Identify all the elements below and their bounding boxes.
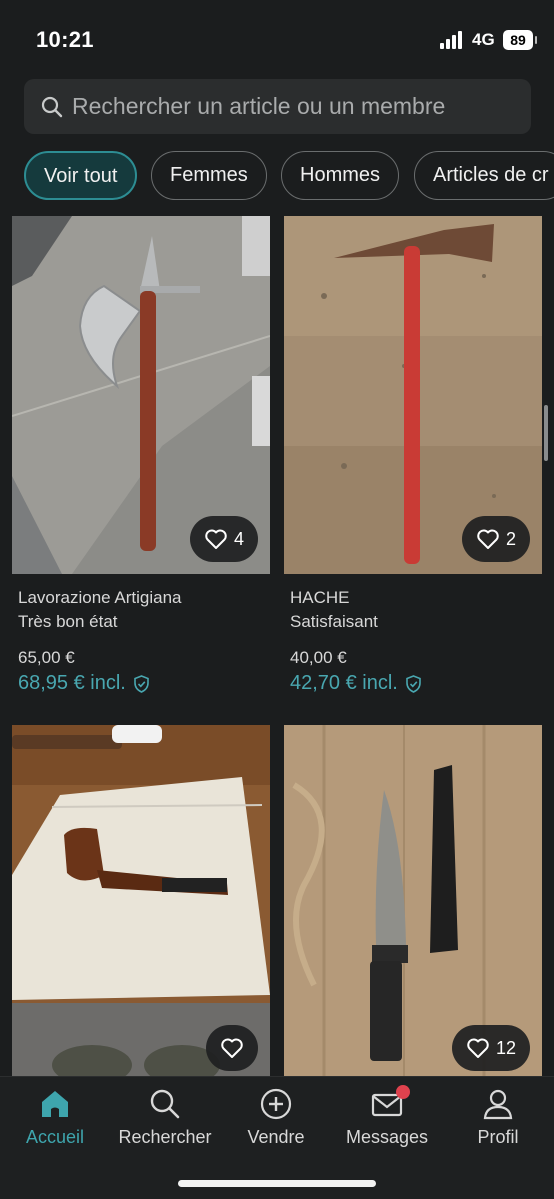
product-card[interactable]: 4 Lavorazione Artigiana Très bon état 65…	[12, 216, 270, 716]
signal-icon	[440, 31, 466, 49]
product-price: 40,00 €	[290, 648, 347, 667]
favorite-button[interactable]	[206, 1025, 258, 1071]
product-card[interactable]: 12	[284, 725, 542, 1076]
home-indicator[interactable]	[178, 1180, 376, 1187]
notification-badge	[396, 1085, 410, 1099]
tab-profil[interactable]: Profil	[443, 1087, 553, 1148]
search-input[interactable]: Rechercher un article ou un membre	[24, 79, 531, 134]
favorite-button[interactable]: 12	[451, 1025, 530, 1071]
tab-vendre[interactable]: Vendre	[221, 1087, 331, 1148]
home-icon	[42, 1091, 68, 1117]
user-icon	[483, 1089, 513, 1120]
chip-articles-de-createurs[interactable]: Articles de cr	[414, 151, 554, 200]
total-price-text: 68,95 € incl.	[18, 672, 126, 694]
tab-label: Vendre	[247, 1127, 305, 1147]
tab-label: Accueil	[25, 1127, 85, 1147]
product-title: Lavorazione Artigiana	[18, 588, 182, 607]
product-condition: Très bon état	[18, 612, 118, 631]
battery-icon: 89	[503, 30, 537, 50]
tab-label: Rechercher	[118, 1127, 212, 1147]
product-total-price: 68,95 € incl.	[18, 672, 150, 695]
plus-circle-icon	[260, 1088, 292, 1120]
pickaxe-photo[interactable]: 2	[284, 216, 542, 574]
product-title: HACHE	[290, 588, 350, 607]
tab-accueil[interactable]: Accueil	[0, 1087, 110, 1148]
heart-icon	[221, 1038, 243, 1058]
heart-icon	[205, 529, 227, 549]
status-bar: 10:21 4G 89	[0, 0, 554, 80]
knife-photo[interactable]: 12	[284, 725, 542, 1076]
chip-hommes[interactable]: Hommes	[281, 151, 400, 200]
total-price-text: 42,70 € incl.	[290, 672, 398, 694]
product-total-price: 42,70 € incl.	[290, 672, 422, 695]
axe-photo[interactable]: 4	[12, 216, 270, 574]
chip-femmes[interactable]: Femmes	[151, 151, 267, 200]
status-time: 10:21	[36, 27, 94, 52]
favorite-button[interactable]: 2	[461, 516, 530, 562]
search-icon	[41, 96, 63, 117]
category-chips: Voir tout Femmes Hommes Articles de cr	[24, 151, 554, 201]
product-card[interactable]: 2 HACHE Satisfaisant 40,00 € 42,70 € inc…	[284, 216, 542, 716]
tab-label: Messages	[345, 1127, 429, 1147]
shield-icon	[134, 674, 149, 693]
product-card[interactable]	[12, 725, 270, 1076]
shield-icon	[406, 674, 421, 693]
favorite-button[interactable]: 4	[189, 516, 258, 562]
search-icon	[150, 1089, 180, 1119]
heart-icon	[467, 1038, 489, 1058]
tab-label: Profil	[477, 1127, 519, 1147]
product-condition: Satisfaisant	[290, 612, 378, 631]
network-type: 4G	[472, 30, 495, 49]
chip-voir-tout[interactable]: Voir tout	[24, 151, 138, 200]
search-placeholder: Rechercher un article ou un membre	[72, 93, 446, 119]
pipe-photo[interactable]	[12, 725, 270, 1076]
like-count: 2	[505, 528, 516, 549]
like-count: 4	[233, 528, 244, 549]
heart-icon	[477, 529, 499, 549]
product-grid: 4 Lavorazione Artigiana Très bon état 65…	[0, 216, 554, 1076]
tab-messages[interactable]: Messages	[332, 1085, 442, 1148]
product-price: 65,00 €	[18, 648, 75, 667]
like-count: 12	[495, 1037, 516, 1058]
tab-rechercher[interactable]: Rechercher	[110, 1087, 220, 1148]
scrollbar[interactable]	[544, 405, 548, 461]
